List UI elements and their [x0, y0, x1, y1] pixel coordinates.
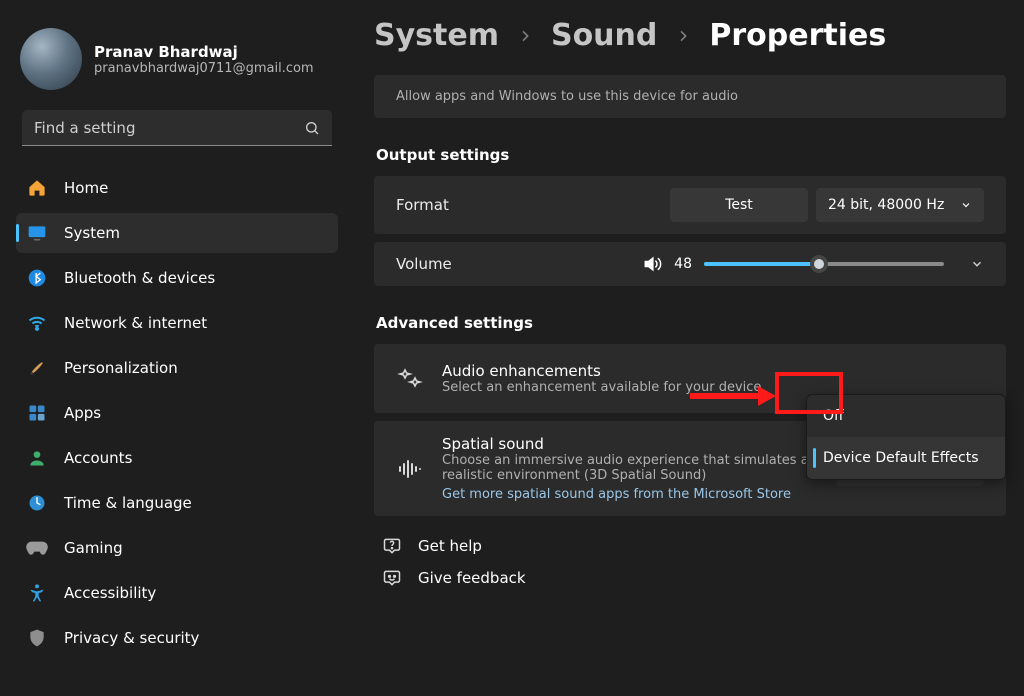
crumb-properties: Properties [709, 18, 886, 53]
gamepad-icon [26, 537, 48, 559]
crumb-system[interactable]: System [374, 18, 499, 53]
give-feedback[interactable]: Give feedback [374, 568, 1006, 588]
nav-bluetooth[interactable]: Bluetooth & devices [16, 258, 338, 298]
apps-icon [26, 402, 48, 424]
user-block[interactable]: Pranav Bhardwaj pranavbhardwaj0711@gmail… [16, 20, 338, 106]
chevron-right-icon [675, 28, 691, 44]
nav-label: Accessibility [64, 584, 156, 602]
nav-label: Privacy & security [64, 629, 199, 647]
speaker-icon[interactable] [642, 254, 662, 274]
nav-label: Time & language [64, 494, 192, 512]
search-icon [304, 120, 320, 136]
feedback-label: Give feedback [418, 569, 526, 587]
person-icon [26, 447, 48, 469]
wifi-icon [26, 312, 48, 334]
nav-time[interactable]: Time & language [16, 483, 338, 523]
spatial-sound-icon [396, 458, 424, 480]
nav: Home System Bluetooth & devices Network … [16, 168, 338, 658]
section-advanced: Advanced settings [376, 314, 1006, 332]
enhancements-icon [396, 367, 424, 391]
get-help[interactable]: Get help [374, 536, 1006, 556]
allow-apps-desc: Allow apps and Windows to use this devic… [396, 89, 738, 104]
system-icon [26, 222, 48, 244]
enh-option-default[interactable]: Device Default Effects [807, 437, 1005, 479]
nav-gaming[interactable]: Gaming [16, 528, 338, 568]
enh-title: Audio enhancements [442, 362, 984, 380]
nav-label: Bluetooth & devices [64, 269, 215, 287]
volume-value: 48 [674, 256, 692, 272]
user-email: pranavbhardwaj0711@gmail.com [94, 61, 314, 76]
help-icon [382, 536, 402, 556]
crumb-sound[interactable]: Sound [551, 18, 657, 53]
section-output: Output settings [376, 146, 1006, 164]
nav-home[interactable]: Home [16, 168, 338, 208]
nav-privacy[interactable]: Privacy & security [16, 618, 338, 658]
nav-label: System [64, 224, 120, 242]
nav-label: Personalization [64, 359, 178, 377]
spatial-title: Spatial sound [442, 435, 818, 453]
volume-slider[interactable] [704, 262, 944, 266]
feedback-icon [382, 568, 402, 588]
nav-label: Apps [64, 404, 101, 422]
breadcrumb: System Sound Properties [374, 18, 1006, 53]
allow-apps-card[interactable]: Allow apps and Windows to use this devic… [374, 75, 1006, 118]
chevron-down-icon [960, 199, 972, 211]
chevron-down-icon[interactable] [970, 257, 984, 271]
main: System Sound Properties Allow apps and W… [374, 18, 1006, 588]
nav-accounts[interactable]: Accounts [16, 438, 338, 478]
brush-icon [26, 357, 48, 379]
enh-option-off[interactable]: Off [807, 395, 1005, 437]
spatial-store-link[interactable]: Get more spatial sound apps from the Mic… [442, 487, 791, 502]
shield-icon [26, 627, 48, 649]
format-label: Format [396, 196, 670, 214]
nav-label: Network & internet [64, 314, 207, 332]
chevron-right-icon [517, 28, 533, 44]
slider-thumb[interactable] [810, 255, 828, 273]
accessibility-icon [26, 582, 48, 604]
search-wrap [22, 110, 332, 146]
format-card: Format Test 24 bit, 48000 Hz [374, 176, 1006, 234]
nav-apps[interactable]: Apps [16, 393, 338, 433]
nav-accessibility[interactable]: Accessibility [16, 573, 338, 613]
clock-globe-icon [26, 492, 48, 514]
search-input[interactable] [22, 110, 332, 146]
annotation-arrow-icon [688, 382, 778, 410]
volume-card: Volume 48 [374, 242, 1006, 286]
bluetooth-icon [26, 267, 48, 289]
test-button[interactable]: Test [670, 188, 808, 222]
nav-label: Gaming [64, 539, 123, 557]
sidebar: Pranav Bhardwaj pranavbhardwaj0711@gmail… [0, 0, 350, 696]
nav-network[interactable]: Network & internet [16, 303, 338, 343]
nav-label: Accounts [64, 449, 132, 467]
help-label: Get help [418, 537, 482, 555]
spatial-desc: Choose an immersive audio experience tha… [442, 453, 818, 483]
format-select[interactable]: 24 bit, 48000 Hz [816, 188, 984, 222]
format-value: 24 bit, 48000 Hz [828, 197, 944, 213]
nav-personalization[interactable]: Personalization [16, 348, 338, 388]
volume-label: Volume [396, 255, 630, 273]
avatar [20, 28, 82, 90]
enh-dropdown: Off Device Default Effects [806, 394, 1006, 480]
nav-label: Home [64, 179, 108, 197]
nav-system[interactable]: System [16, 213, 338, 253]
user-name: Pranav Bhardwaj [94, 43, 314, 61]
home-icon [26, 177, 48, 199]
